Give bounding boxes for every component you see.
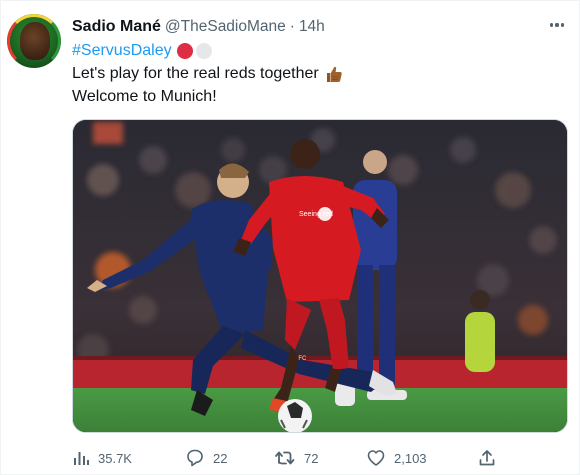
avatar-flag-ring (7, 14, 61, 68)
retweet-button[interactable]: 72 (274, 447, 318, 469)
retweet-icon (274, 448, 296, 468)
action-bar: 35.7K 22 72 2,103 (72, 447, 572, 469)
views-icon (72, 449, 90, 467)
avatar[interactable] (7, 14, 61, 68)
reply-icon (185, 448, 205, 468)
tweet-text: #ServusDaley Let's play for the real red… (72, 39, 552, 108)
tweet-card[interactable]: Sadio Mané @TheSadioMane · 14h #ServusDa… (0, 0, 580, 475)
more-icon[interactable] (547, 15, 567, 35)
reply-button[interactable]: 22 (185, 447, 227, 469)
views-count: 35.7K (98, 450, 132, 466)
share-button[interactable] (477, 447, 497, 469)
thumbs-up-emoji (325, 65, 343, 83)
like-button[interactable]: 2,103 (366, 447, 427, 469)
separator-dot: · (289, 18, 295, 35)
author-name[interactable]: Sadio Mané (72, 18, 161, 36)
share-icon (477, 448, 497, 468)
views-button[interactable]: 35.7K (72, 447, 132, 469)
timestamp[interactable]: 14h (299, 18, 325, 36)
white-circle-emoji (195, 42, 212, 59)
like-icon (366, 448, 386, 468)
reply-count: 22 (213, 450, 228, 466)
author-handle[interactable]: @TheSadioMane (165, 18, 286, 36)
red-circle-emoji (176, 42, 193, 59)
tweet-header: Sadio Mané @TheSadioMane · 14h (72, 16, 539, 38)
tweet-line-2: Let's play for the real reds together (72, 65, 319, 82)
retweet-count: 72 (304, 450, 319, 466)
tweet-line-3: Welcome to Munich! (72, 88, 217, 105)
hashtag-link[interactable]: #ServusDaley (72, 39, 172, 62)
tweet-photo[interactable]: Seeing red LFC (72, 119, 568, 433)
like-count: 2,103 (394, 450, 427, 466)
